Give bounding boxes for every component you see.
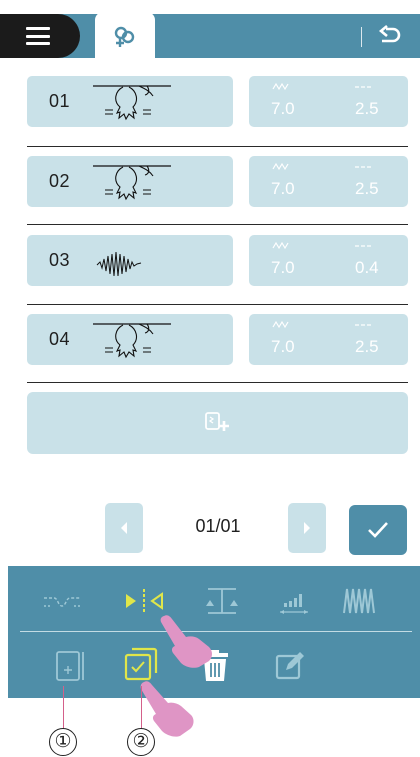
callout-line-1 <box>63 686 64 729</box>
page-indicator: 01/01 <box>195 516 241 536</box>
back-button[interactable] <box>372 20 408 52</box>
hamburger-menu-icon <box>26 27 50 45</box>
satin-zigzag-stitch-icon <box>96 251 142 277</box>
prev-page-button[interactable] <box>105 503 143 553</box>
stitch-combination-icon <box>114 26 135 47</box>
applique-bear-stitch-icon <box>93 323 171 359</box>
stitch-length-icon <box>355 245 371 247</box>
stitch-width-icon <box>272 82 289 91</box>
stitch-number: 04 <box>49 329 71 349</box>
pointing-hand-icon <box>140 681 194 737</box>
row-separator <box>27 146 408 147</box>
insert-button[interactable] <box>50 646 90 686</box>
stitch-width-value: 7.0 <box>271 99 295 118</box>
stitch-width-icon <box>272 162 289 171</box>
stitch-number: 02 <box>49 171 71 191</box>
row-separator <box>27 382 408 383</box>
undo-back-icon <box>378 25 401 43</box>
tab-divider <box>361 27 362 47</box>
stitch-length-value: 2.5 <box>355 337 379 356</box>
stitch-row-4-pattern[interactable]: 04 <box>27 314 233 365</box>
stitch-number: 01 <box>49 91 71 111</box>
stitch-width-icon <box>272 320 289 329</box>
stitch-width-value: 7.0 <box>271 179 295 198</box>
applique-bear-stitch-icon <box>93 165 171 201</box>
applique-bear-stitch-icon <box>93 85 171 121</box>
top-bar <box>0 0 420 62</box>
stitch-row-2-pattern[interactable]: 02 <box>27 156 233 207</box>
edit-button[interactable] <box>270 646 310 686</box>
tab-stitch-combination[interactable] <box>95 12 155 62</box>
density-button[interactable] <box>340 584 380 618</box>
stitch-length-value: 2.5 <box>355 179 379 198</box>
stitch-row-1-pattern[interactable]: 01 <box>27 76 233 127</box>
row-separator <box>27 224 408 225</box>
stitch-width-icon <box>272 241 289 250</box>
stitch-width-value: 7.0 <box>271 337 295 356</box>
callout-line-2 <box>141 686 142 729</box>
density-icon <box>343 588 375 614</box>
chevron-left-icon <box>121 522 127 534</box>
add-stitch-button[interactable] <box>27 392 408 454</box>
edit-icon <box>275 652 304 680</box>
stitch-row-2-params[interactable]: 7.0 2.5 <box>249 156 408 207</box>
callout-2: ② <box>127 728 155 756</box>
row-separator <box>27 304 408 305</box>
stitch-row-4-params[interactable]: 7.0 2.5 <box>249 314 408 365</box>
checkmark-icon <box>368 522 388 538</box>
stitch-length-value: 2.5 <box>355 99 379 118</box>
connect-stitch-icon <box>44 597 80 607</box>
stitch-length-icon <box>355 324 371 326</box>
stitch-number: 03 <box>49 250 71 270</box>
stitch-row-3-params[interactable]: 7.0 0.4 <box>249 235 408 286</box>
stitch-length-icon <box>355 86 371 88</box>
connect-stitch-button[interactable] <box>40 586 84 616</box>
pointing-hand-icon <box>160 615 212 668</box>
next-page-button[interactable] <box>288 503 326 553</box>
stitch-row-1-params[interactable]: 7.0 2.5 <box>249 76 408 127</box>
stitch-row-3-pattern[interactable]: 03 <box>27 235 233 286</box>
stitch-length-value: 0.4 <box>355 258 379 277</box>
chevron-right-icon <box>304 522 310 534</box>
menu-button[interactable] <box>0 14 80 58</box>
add-stitch-icon <box>204 412 229 431</box>
elongation-button[interactable] <box>274 586 314 618</box>
elongation-icon <box>280 594 308 614</box>
stitch-width-value: 7.0 <box>271 258 295 277</box>
callout-1: ① <box>49 728 77 756</box>
insert-icon <box>56 651 84 681</box>
confirm-button[interactable] <box>349 505 407 555</box>
mirror-image-icon <box>126 589 163 613</box>
stitch-length-icon <box>355 166 371 168</box>
